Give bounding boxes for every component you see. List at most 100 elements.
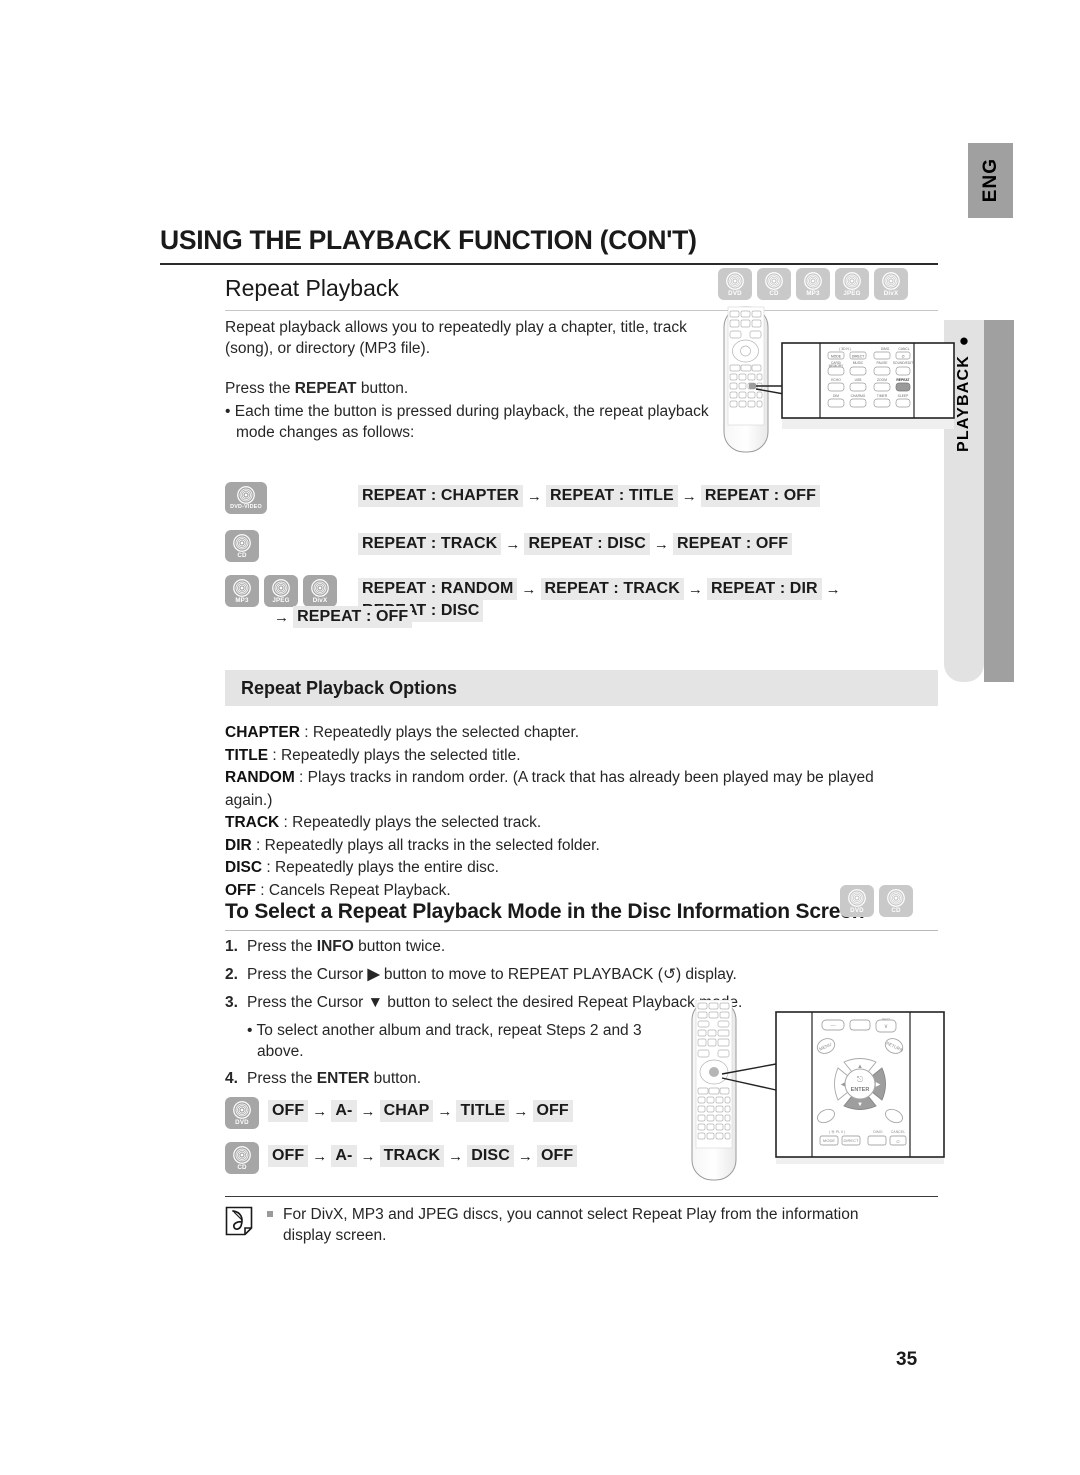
arrow-right-icon: →	[274, 608, 290, 626]
arrow-right-icon: →	[437, 1102, 453, 1120]
flow-chip: TRACK	[379, 1145, 445, 1167]
svg-text:∨: ∨	[884, 1024, 888, 1030]
arrow-right-icon: →	[505, 535, 521, 553]
flow-chip: REPEAT : RANDOM	[358, 578, 518, 600]
arrow-right-icon: →	[448, 1147, 464, 1165]
disc-icon	[887, 889, 905, 907]
options-band-title: Repeat Playback Options	[241, 677, 458, 698]
note-block: For DivX, MP3 and JPEG discs, you cannot…	[225, 1204, 938, 1246]
step-text: Press the INFO button twice.	[247, 936, 885, 957]
step-number: 3.	[225, 994, 238, 1011]
flow-chip: CHAP	[379, 1100, 434, 1122]
svg-text:DIMG: DIMG	[873, 1130, 883, 1134]
svg-text:▶: ▶	[876, 1082, 881, 1088]
disc-badge-label: CD	[237, 1164, 247, 1171]
arrow-right-icon: →	[513, 1102, 529, 1120]
step-text-pre: Press the	[247, 938, 317, 955]
option-key: DISC	[225, 859, 263, 876]
disc-badge-label: MP3	[806, 290, 820, 297]
page-number: 35	[896, 1349, 918, 1370]
step-text-post: button.	[369, 1070, 422, 1087]
option-row: TRACK : Repeatedly plays the selected tr…	[225, 812, 925, 835]
disc-badge-mp3: MP3	[225, 575, 259, 607]
press-button-name: REPEAT	[294, 380, 357, 397]
option-desc: : Repeatedly plays the entire disc.	[262, 859, 499, 876]
arrow-right-icon: →	[312, 1147, 328, 1165]
option-key: TRACK	[225, 814, 280, 831]
flow-sequence-0: REPEAT : CHAPTER → REPEAT : TITLE → REPEAT :…	[358, 485, 938, 507]
arrow-right-icon: →	[517, 1147, 533, 1165]
step-text-post: button to move to REPEAT PLAYBACK (↺) di…	[379, 966, 737, 983]
disc-badge-label: DVD	[728, 290, 742, 297]
flow-chip: OFF	[268, 1100, 309, 1122]
option-row: DISC : Repeatedly plays the entire disc.	[225, 857, 925, 880]
svg-text:CANCEL: CANCEL	[891, 1130, 906, 1134]
flow-chip: REPEAT : TITLE	[545, 485, 678, 507]
flow-chip: REPEAT : OFF	[700, 485, 820, 507]
option-row: DIR : Repeatedly plays all tracks in the…	[225, 835, 925, 858]
disc-badge-label: JPEG	[272, 597, 290, 604]
svg-text:DIM: DIM	[833, 394, 839, 398]
options-list: CHAPTER : Repeatedly plays the selected …	[225, 722, 925, 902]
flow-badges-1: CD	[225, 530, 259, 562]
step-text-emphasis: ENTER	[316, 1070, 370, 1087]
flow-chip: REPEAT : TRACK	[540, 578, 684, 600]
disc-icon	[311, 579, 329, 597]
bullet-text-1: Each time the button is pressed during p…	[234, 403, 709, 420]
disc-badge-divx: DivX	[303, 575, 337, 607]
flow2-sequence-0: OFF → A- → CHAP → TITLE → OFF	[268, 1100, 573, 1122]
svg-text:ENTER: ENTER	[851, 1087, 870, 1093]
option-desc: : Repeatedly plays the selected track.	[279, 814, 542, 831]
svg-text:NEXT: NEXT	[882, 1017, 890, 1021]
flow-sequence-2-cont: → REPEAT : OFF	[270, 606, 413, 628]
svg-text:DIRECT: DIRECT	[844, 1138, 859, 1143]
option-desc: : Cancels Repeat Playback.	[256, 881, 451, 899]
svg-text:—: —	[831, 1023, 836, 1029]
disc-icon	[237, 486, 255, 504]
disc-badge-label: JPEG	[843, 290, 861, 297]
disc-badge-label: MP3	[235, 597, 249, 604]
step-text-emphasis: ▶	[367, 966, 380, 983]
step-text-emphasis: ▼	[367, 994, 383, 1011]
disc-badge-label: CD	[769, 290, 779, 297]
option-row: CHAPTER : Repeatedly plays the selected …	[225, 722, 925, 745]
svg-text:CANCL: CANCL	[898, 347, 909, 351]
heading-divider-2	[225, 930, 938, 931]
bullet-line-1: • Each time the button is pressed during…	[225, 403, 709, 420]
flow-chip: OFF	[268, 1145, 309, 1167]
remote-illustration-top: ( 3D N ) DIMG CANCL MODE DIRECT ∅ CARD/M…	[700, 305, 962, 475]
disc-icon	[804, 272, 822, 290]
step-text: Press the Cursor ▶ button to move to REP…	[247, 964, 885, 985]
disc-badge-cd: CD	[225, 1142, 259, 1174]
options-band: Repeat Playback Options	[225, 670, 938, 706]
flow-chip: TITLE	[456, 1100, 510, 1122]
disc-badge-jpeg: JPEG	[835, 268, 869, 300]
disc-badge-dvd: DVD	[840, 885, 874, 917]
svg-text:( Ⓦ PL Ⅱ ): ( Ⓦ PL Ⅱ )	[829, 1129, 845, 1134]
arrow-right-icon: →	[681, 487, 697, 505]
disc-badge-cd: CD	[757, 268, 791, 300]
section-tab-backdrop	[984, 320, 1014, 682]
section-heading-disc-info-text: To Select a Repeat Playback Mode in the …	[225, 900, 865, 923]
option-key: DIR	[225, 836, 252, 854]
intro-line-2: (song), or directory (MP3 file).	[225, 340, 430, 357]
disc-icon	[765, 272, 783, 290]
disc-badge-label: DVD	[235, 1119, 249, 1126]
flow2-badges-0: DVD	[225, 1097, 259, 1129]
svg-text:MUSIC: MUSIC	[853, 361, 864, 365]
flow-chip: REPEAT : DIR	[706, 578, 822, 600]
svg-text:USB: USB	[855, 378, 863, 382]
disc-badge-cd: CD	[225, 530, 259, 562]
language-tab-label: ENG	[979, 158, 1001, 203]
repeat-bullet: • Each time the button is pressed during…	[225, 401, 725, 443]
memo-note-icon	[225, 1204, 267, 1246]
option-desc: : Plays tracks in random order. (A track…	[225, 769, 874, 809]
note-line-2: display screen.	[283, 1227, 387, 1244]
arrow-right-icon: →	[687, 580, 703, 598]
option-desc: : Repeatedly plays the selected chapter.	[299, 724, 580, 741]
option-row: TITLE : Repeatedly plays the selected ti…	[225, 745, 925, 768]
intro-line-1: Repeat playback allows you to repeatedly…	[225, 319, 687, 336]
option-row: OFF : Cancels Repeat Playback.	[225, 880, 925, 903]
step-number: 4.	[225, 1070, 238, 1087]
step-text-pre: Press the Cursor	[247, 994, 368, 1011]
